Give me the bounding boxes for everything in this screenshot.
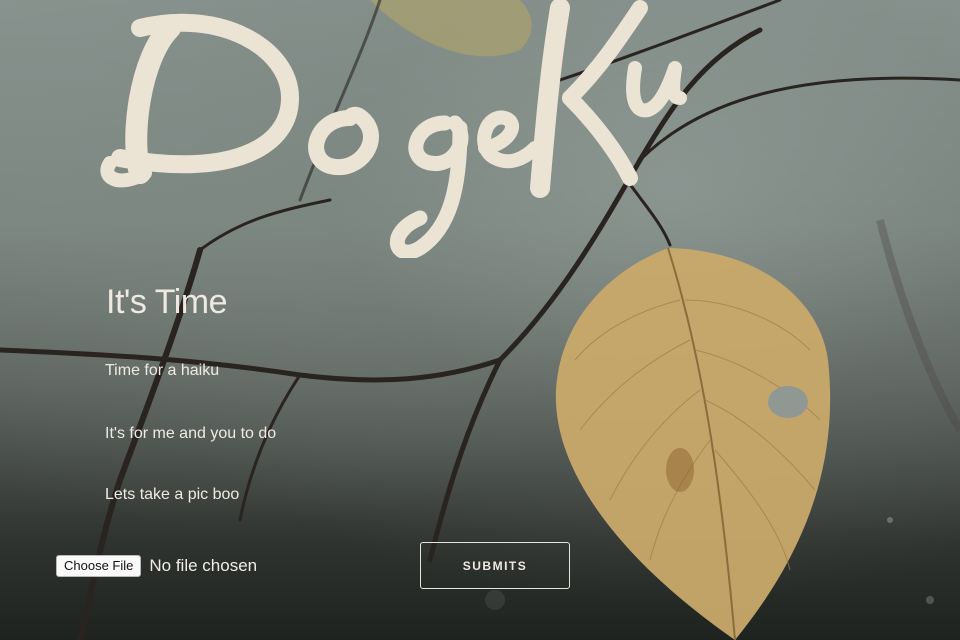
file-upload-field: Choose File No file chosen	[56, 555, 257, 577]
page-heading: It's Time	[106, 283, 228, 321]
haiku-line-1: Time for a haiku	[105, 362, 220, 379]
choose-file-button[interactable]: Choose File	[56, 555, 142, 577]
haiku-line-3: Lets take a pic boo	[105, 486, 240, 503]
logo	[100, 0, 700, 260]
file-status-text: No file chosen	[149, 556, 258, 575]
submit-button[interactable]: SUBMITS	[420, 542, 570, 589]
haiku-line-2: It's for me and you to do	[105, 425, 277, 442]
dogeku-logo-script	[100, 0, 687, 260]
